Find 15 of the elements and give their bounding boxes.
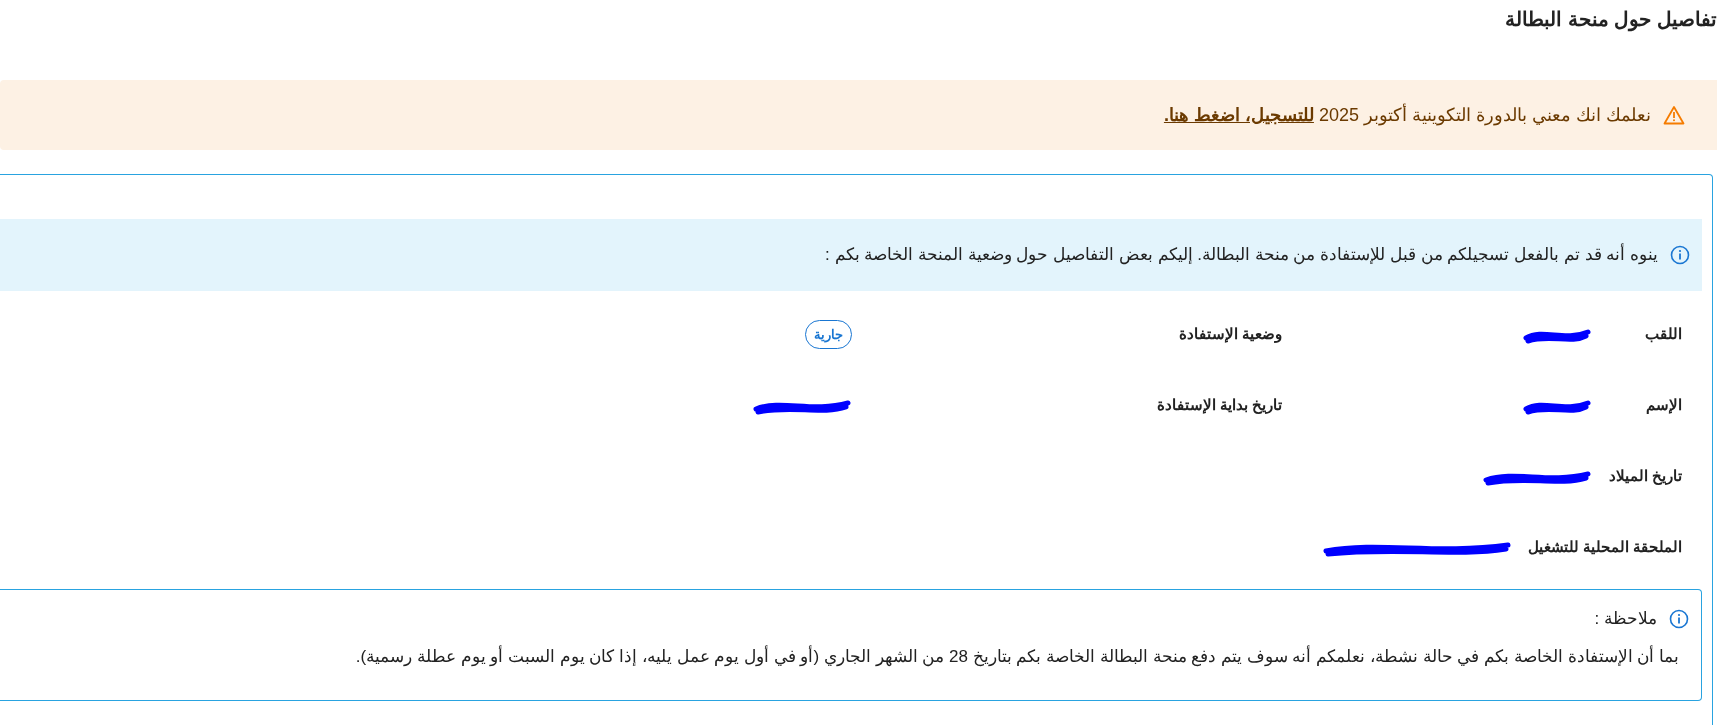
note-text: بما أن الإستفادة الخاصة بكم في حالة نشطة، نعلمكم أنه سوف يتم دفع منحة البطالة الخاصة بكم بتاريخ 28 من الشهر الجاري (أو في أول يوم عمل يليه، إذا كان يوم السبت أو يوم عطلة رسمية). — [354, 644, 1680, 669]
info-icon — [1669, 608, 1689, 629]
register-link[interactable]: للتسجيل، اضغط هنا. — [1163, 104, 1314, 125]
field-label: تاريخ الميلاد — [1608, 466, 1682, 487]
alert-message: نعلمك انك معني بالدورة التكوينية أكتوبر 2025 للتسجيل، اضغط هنا. — [1163, 102, 1651, 128]
field-label: تاريخ بداية الإستفادة — [1156, 395, 1282, 416]
info-icon — [1670, 245, 1690, 265]
info-message: ينوه أنه قد تم بالفعل تسجيلكم من قبل للإستفادة من منحة البطالة. إليكم بعض التفاصيل حول وضعية المنحة الخاصة بكم : — [825, 242, 1658, 267]
field-label: الملحقة المحلية للتشغيل — [1527, 537, 1682, 558]
warning-icon — [1663, 105, 1685, 125]
note-title: ملاحظة : — [1594, 608, 1657, 630]
page-title: تفاصيل حول منحة البطالة — [1504, 7, 1717, 34]
field-label: اللقب — [1645, 324, 1682, 345]
field-label: الإسم — [1646, 395, 1682, 416]
field-label: وضعية الإستفادة — [1178, 324, 1282, 345]
